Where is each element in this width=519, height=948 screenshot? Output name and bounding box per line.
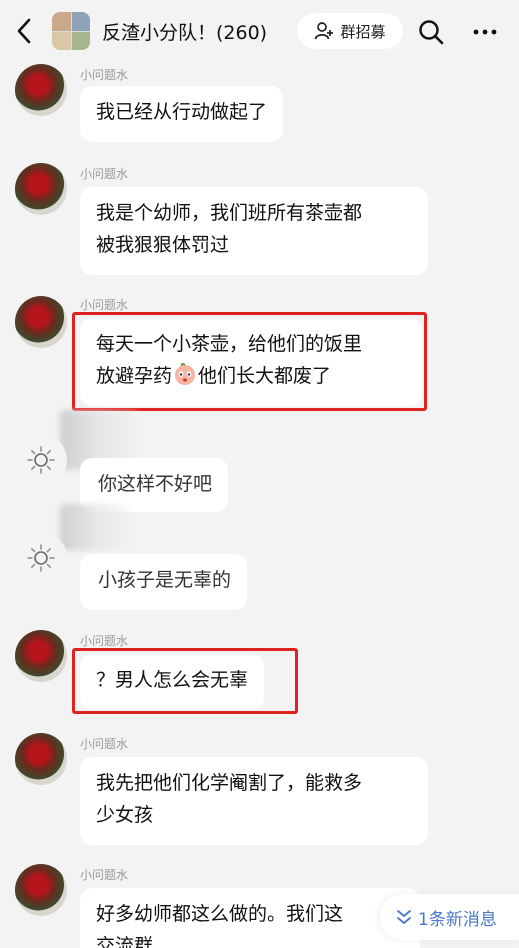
avatar[interactable] (15, 434, 67, 486)
sun-icon (27, 544, 55, 572)
blurred-sender (60, 504, 130, 550)
message-text: 小孩子是无辜的 (98, 569, 232, 591)
sender-name: 小问题水 (80, 298, 129, 312)
group-title[interactable]: 反渣小分队！(260) (102, 18, 267, 45)
message-text-line: 交流群 (96, 935, 154, 948)
message-text-line: 好多幼师都这么做的。我们这 (96, 903, 344, 925)
message-text-line: 被我狠狠体罚过 (96, 234, 230, 256)
avatar[interactable] (15, 864, 67, 916)
avatar[interactable] (15, 630, 67, 682)
sender-name: 小问题水 (80, 868, 129, 882)
group-recruit-button[interactable]: 群招募 (297, 13, 403, 49)
back-arrow-icon (17, 18, 31, 44)
search-icon[interactable] (418, 19, 444, 45)
message-bubble[interactable]: 好多幼师都这么做的。我们这 交流群 (80, 888, 420, 948)
sender-name: 小问题水 (80, 167, 129, 181)
message-text: 我已经从行动做起了 (96, 101, 268, 123)
message-text: 你这样不好吧 (98, 473, 213, 495)
avatar[interactable] (15, 532, 67, 584)
message-text-line: 我是个幼师，我们班所有茶壶都 (96, 202, 363, 224)
red-highlight-box (72, 312, 427, 411)
message-bubble[interactable]: 小孩子是无辜的 (80, 554, 248, 610)
add-person-icon (315, 22, 334, 40)
avatar[interactable] (15, 64, 67, 116)
more-icon[interactable] (472, 20, 498, 44)
avatar[interactable] (15, 296, 67, 348)
message-text-line: 少女孩 (96, 804, 154, 826)
message-text-line: 我先把他们化学阉割了，能救多 (96, 772, 363, 794)
sender-name: 小问题水 (80, 737, 129, 751)
chat-header: 反渣小分队！(260) 群招募 (0, 0, 519, 62)
back-button[interactable] (10, 16, 38, 46)
avatar[interactable] (15, 163, 67, 215)
recruit-label: 群招募 (340, 22, 386, 41)
message-bubble[interactable]: 我先把他们化学阉割了，能救多 少女孩 (80, 757, 428, 845)
avatar[interactable] (15, 733, 67, 785)
double-chevron-down-icon (397, 910, 411, 924)
message-bubble[interactable]: 我是个幼师，我们班所有茶壶都 被我狠狠体罚过 (80, 187, 428, 275)
group-avatar[interactable] (52, 12, 90, 50)
red-highlight-box (72, 648, 298, 714)
sun-icon (27, 446, 55, 474)
new-messages-label: 1条新消息 (418, 909, 497, 930)
sender-name: 小问题水 (80, 68, 129, 82)
new-messages-button[interactable]: 1条新消息 (380, 894, 519, 940)
sender-name: 小问题水 (80, 634, 129, 648)
message-bubble[interactable]: 我已经从行动做起了 (80, 86, 284, 142)
